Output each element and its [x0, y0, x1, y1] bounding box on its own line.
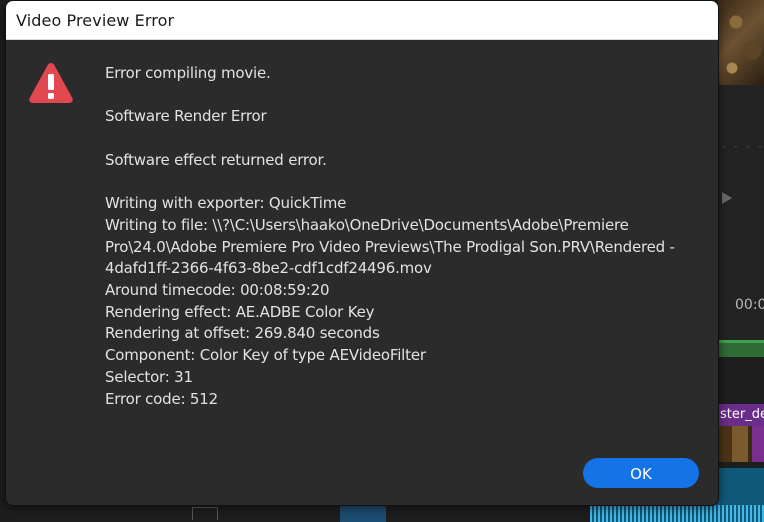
timeline-clip-thumbnails[interactable] [718, 426, 764, 462]
message-line: Writing to file: \\?\C:\Users\haako\OneD… [105, 215, 629, 234]
message-line: Writing with exporter: QuickTime [105, 194, 347, 213]
dialog-title: Video Preview Error [16, 10, 175, 30]
audio-waveform [590, 505, 764, 522]
panel-control [192, 507, 218, 520]
message-line: Rendering effect: AE.ADBE Color Key [105, 302, 375, 321]
render-bar [718, 340, 764, 357]
message-line: Error compiling movie. [105, 64, 271, 82]
message-line: Component: Color Key of type AEVideoFilt… [105, 346, 426, 365]
play-icon[interactable] [722, 192, 732, 204]
timeline-clip-block[interactable] [340, 505, 386, 522]
error-message: Error compiling movie. Software Render E… [105, 63, 695, 410]
message-line: Around timecode: 00:08:59:20 [105, 280, 330, 299]
message-line: Rendering at offset: 269.840 seconds [105, 324, 380, 343]
program-monitor-thumbnail [718, 0, 764, 85]
timeline-timecode: 00:0 [735, 297, 764, 313]
message-line: 4dafd1ff-2366-4f63-8be2-cdf1cdf24496.mov [105, 259, 432, 278]
warning-triangle-icon [29, 63, 73, 103]
ok-button[interactable]: OK [583, 458, 699, 488]
message-line: Selector: 31 [105, 367, 193, 386]
message-line: Software effect returned error. [105, 150, 327, 169]
timeline-ruler-marks: - - - - - - [722, 144, 764, 150]
message-line: Pro\24.0\Adobe Premiere Pro Video Previe… [105, 237, 675, 256]
video-preview-error-dialog: Video Preview Error Error compiling movi… [5, 0, 719, 506]
message-line: Error code: 512 [105, 389, 218, 408]
message-line: Software Render Error [105, 107, 267, 126]
timeline-clip-label[interactable]: ster_de [718, 404, 764, 426]
dialog-titlebar[interactable]: Video Preview Error [6, 1, 718, 40]
